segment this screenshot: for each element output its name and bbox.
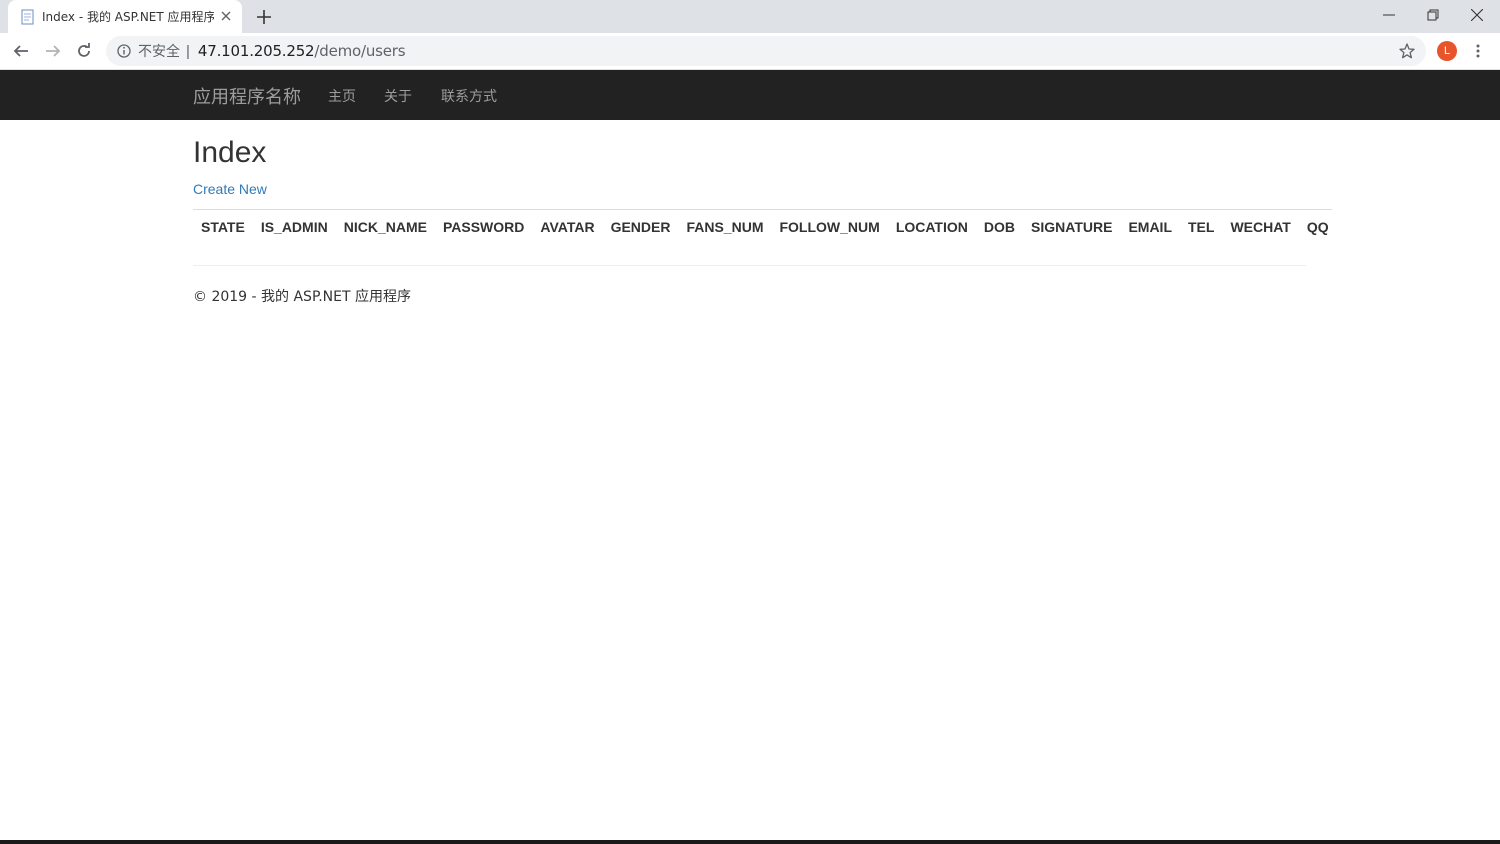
browser-tab[interactable]: Index - 我的 ASP.NET 应用程序 bbox=[8, 0, 242, 33]
column-header: TEL bbox=[1188, 219, 1215, 235]
bookmark-star-icon[interactable] bbox=[1398, 42, 1416, 60]
address-bar[interactable]: 不安全 | 47.101.205.252/demo/users bbox=[106, 36, 1426, 66]
footer-divider bbox=[193, 265, 1306, 266]
url-host: 47.101.205.252 bbox=[197, 42, 315, 60]
column-header: FANS_NUM bbox=[686, 219, 764, 235]
nav-link-home[interactable]: 主页 bbox=[328, 86, 356, 106]
insecure-label: 不安全 bbox=[138, 44, 180, 60]
info-icon[interactable] bbox=[116, 43, 132, 59]
browser-toolbar: 不安全 | 47.101.205.252/demo/users L bbox=[0, 33, 1500, 70]
column-header: LOCATION bbox=[895, 219, 968, 235]
forward-icon[interactable] bbox=[41, 39, 65, 63]
nav-link-about[interactable]: 关于 bbox=[384, 86, 412, 106]
navbar-brand[interactable]: 应用程序名称 bbox=[193, 83, 301, 109]
column-header: GENDER bbox=[610, 219, 671, 235]
column-header: AVATAR bbox=[540, 219, 595, 235]
column-header: PASSWORD bbox=[442, 219, 525, 235]
reload-icon[interactable] bbox=[72, 39, 96, 63]
create-new-link[interactable]: Create New bbox=[193, 181, 267, 197]
column-header: WECHAT bbox=[1230, 219, 1291, 235]
back-icon[interactable] bbox=[9, 39, 33, 63]
address-url[interactable]: 47.101.205.252/demo/users bbox=[197, 42, 406, 60]
nav-link-contact[interactable]: 联系方式 bbox=[441, 86, 497, 106]
address-separator: | bbox=[186, 42, 190, 60]
page-favicon-icon bbox=[20, 9, 36, 25]
column-header: SIGNATURE bbox=[1031, 219, 1113, 235]
column-header: EMAIL bbox=[1128, 219, 1172, 235]
close-window-icon[interactable] bbox=[1462, 4, 1492, 26]
footer-copyright: © 2019 - 我的 ASP.NET 应用程序 bbox=[193, 289, 411, 305]
browser-menu-icon[interactable] bbox=[1470, 40, 1486, 62]
restore-icon[interactable] bbox=[1418, 4, 1448, 26]
profile-avatar[interactable]: L bbox=[1437, 41, 1457, 61]
site-navbar: 应用程序名称 主页 关于 联系方式 bbox=[0, 70, 1500, 120]
tab-title: Index - 我的 ASP.NET 应用程序 bbox=[42, 10, 214, 24]
new-tab-icon[interactable] bbox=[254, 7, 274, 27]
browser-tabstrip: Index - 我的 ASP.NET 应用程序 bbox=[0, 0, 1500, 33]
table-header-row: STATE IS_ADMIN NICK_NAME PASSWORD AVATAR… bbox=[193, 210, 1337, 243]
column-header: NICK_NAME bbox=[343, 219, 427, 235]
column-header: IS_ADMIN bbox=[260, 219, 328, 235]
page-title: Index bbox=[193, 136, 267, 169]
users-table: STATE IS_ADMIN NICK_NAME PASSWORD AVATAR… bbox=[193, 209, 1332, 243]
minimize-icon[interactable] bbox=[1374, 4, 1404, 26]
url-path: /demo/users bbox=[314, 42, 406, 60]
column-header: DOB bbox=[983, 219, 1016, 235]
column-header: STATE bbox=[201, 219, 245, 235]
column-header: FOLLOW_NUM bbox=[779, 219, 880, 235]
column-header: QQ bbox=[1306, 219, 1329, 235]
close-tab-icon[interactable] bbox=[218, 8, 234, 24]
taskbar-edge bbox=[0, 840, 1500, 844]
